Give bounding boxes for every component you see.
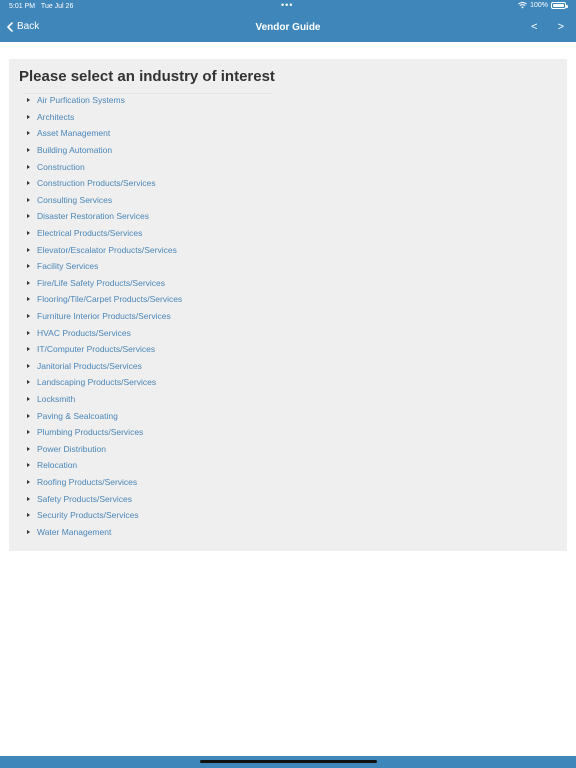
- bullet-icon: [27, 479, 30, 484]
- bullet-icon: [27, 247, 30, 252]
- list-item[interactable]: Relocation: [25, 457, 182, 474]
- page-title: Vendor Guide: [255, 22, 321, 33]
- bullet-icon: [27, 280, 30, 285]
- list-item[interactable]: Disaster Restoration Services: [25, 208, 182, 225]
- industry-link[interactable]: Relocation: [37, 460, 77, 470]
- battery-icon: [551, 2, 568, 9]
- bullet-icon: [27, 231, 30, 236]
- bullet-icon: [27, 496, 30, 501]
- previous-button[interactable]: <: [531, 21, 537, 33]
- industry-link[interactable]: Flooring/Tile/Carpet Products/Services: [37, 294, 182, 304]
- industry-link[interactable]: Locksmith: [37, 394, 75, 404]
- industry-link[interactable]: Security Products/Services: [37, 510, 139, 520]
- industry-list: Air Purfication Systems Architects Asset M…: [25, 92, 182, 540]
- bullet-icon: [27, 363, 30, 368]
- industry-link[interactable]: Building Automation: [37, 145, 112, 155]
- list-item[interactable]: Elevator/Escalator Products/Services: [25, 241, 182, 258]
- industry-link[interactable]: Power Distribution: [37, 444, 106, 454]
- list-item[interactable]: Water Management: [25, 523, 182, 540]
- bullet-icon: [27, 264, 30, 269]
- next-button[interactable]: >: [558, 21, 564, 33]
- list-item[interactable]: Locksmith: [25, 391, 182, 408]
- industry-link[interactable]: Construction: [37, 162, 85, 172]
- bullet-icon: [27, 463, 30, 468]
- list-item[interactable]: Safety Products/Services: [25, 490, 182, 507]
- list-item[interactable]: IT/Computer Products/Services: [25, 341, 182, 358]
- list-item[interactable]: Asset Management: [25, 125, 182, 142]
- industry-link[interactable]: Janitorial Products/Services: [37, 361, 142, 371]
- bullet-icon: [27, 98, 30, 103]
- industry-link[interactable]: Architects: [37, 112, 74, 122]
- list-item[interactable]: Roofing Products/Services: [25, 474, 182, 491]
- bullet-icon: [27, 446, 30, 451]
- industry-link[interactable]: Air Purfication Systems: [37, 95, 125, 105]
- list-item[interactable]: Facility Services: [25, 258, 182, 275]
- bullet-icon: [27, 297, 30, 302]
- multitasking-dots-icon[interactable]: •••: [281, 0, 293, 10]
- industry-link[interactable]: Construction Products/Services: [37, 178, 156, 188]
- industry-link[interactable]: Landscaping Products/Services: [37, 377, 156, 387]
- wifi-icon: [518, 2, 527, 9]
- list-item[interactable]: Fire/Life Safety Products/Services: [25, 275, 182, 292]
- bullet-icon: [27, 380, 30, 385]
- list-item[interactable]: Consulting Services: [25, 192, 182, 209]
- bullet-icon: [27, 314, 30, 319]
- bullet-icon: [27, 430, 30, 435]
- industry-link[interactable]: HVAC Products/Services: [37, 328, 131, 338]
- bullet-icon: [27, 148, 30, 153]
- list-item[interactable]: Building Automation: [25, 142, 182, 159]
- bullet-icon: [27, 181, 30, 186]
- industry-link[interactable]: Safety Products/Services: [37, 494, 132, 504]
- industry-link[interactable]: Asset Management: [37, 128, 110, 138]
- pager-controls: < >: [531, 21, 564, 33]
- list-item[interactable]: Electrical Products/Services: [25, 225, 182, 242]
- industry-link[interactable]: Furniture Interior Products/Services: [37, 311, 171, 321]
- industry-link[interactable]: Elevator/Escalator Products/Services: [37, 245, 177, 255]
- industry-panel: Please select an industry of interest Ai…: [9, 59, 567, 551]
- list-item[interactable]: Flooring/Tile/Carpet Products/Services: [25, 291, 182, 308]
- industry-link[interactable]: Disaster Restoration Services: [37, 211, 149, 221]
- bullet-icon: [27, 513, 30, 518]
- industry-link[interactable]: Plumbing Products/Services: [37, 427, 143, 437]
- bullet-icon: [27, 330, 30, 335]
- bullet-icon: [27, 131, 30, 136]
- industry-link[interactable]: Consulting Services: [37, 195, 112, 205]
- bullet-icon: [27, 413, 30, 418]
- status-bar: 5:01 PM Tue Jul 26 ••• 100%: [0, 0, 576, 14]
- list-item[interactable]: Plumbing Products/Services: [25, 424, 182, 441]
- bullet-icon: [27, 347, 30, 352]
- industry-link[interactable]: Electrical Products/Services: [37, 228, 142, 238]
- industry-link[interactable]: IT/Computer Products/Services: [37, 344, 155, 354]
- industry-link[interactable]: Fire/Life Safety Products/Services: [37, 278, 165, 288]
- list-item[interactable]: Construction: [25, 158, 182, 175]
- bullet-icon: [27, 197, 30, 202]
- list-item[interactable]: Power Distribution: [25, 440, 182, 457]
- battery-percent: 100%: [530, 2, 548, 9]
- industry-link[interactable]: Paving & Sealcoating: [37, 411, 118, 421]
- home-indicator[interactable]: [200, 760, 377, 763]
- list-item[interactable]: Paving & Sealcoating: [25, 407, 182, 424]
- section-heading: Please select an industry of interest: [19, 68, 275, 85]
- bullet-icon: [27, 214, 30, 219]
- list-item[interactable]: Janitorial Products/Services: [25, 358, 182, 375]
- list-item[interactable]: HVAC Products/Services: [25, 324, 182, 341]
- industry-link[interactable]: Facility Services: [37, 261, 98, 271]
- industry-link[interactable]: Roofing Products/Services: [37, 477, 137, 487]
- list-item[interactable]: Construction Products/Services: [25, 175, 182, 192]
- list-item[interactable]: Architects: [25, 109, 182, 126]
- bullet-icon: [27, 114, 30, 119]
- bullet-icon: [27, 529, 30, 534]
- industry-link[interactable]: Water Management: [37, 527, 111, 537]
- list-item[interactable]: Air Purfication Systems: [25, 92, 182, 109]
- navigation-bar: Back Vendor Guide < >: [0, 14, 576, 42]
- list-item[interactable]: Landscaping Products/Services: [25, 374, 182, 391]
- list-item[interactable]: Furniture Interior Products/Services: [25, 308, 182, 325]
- bottom-bar: [0, 756, 576, 768]
- top-bar: 5:01 PM Tue Jul 26 ••• 100% Back Vendor …: [0, 0, 576, 42]
- status-right: 100%: [518, 2, 568, 9]
- bullet-icon: [27, 164, 30, 169]
- list-item[interactable]: Security Products/Services: [25, 507, 182, 524]
- status-time: 5:01 PM Tue Jul 26: [9, 3, 74, 10]
- bullet-icon: [27, 396, 30, 401]
